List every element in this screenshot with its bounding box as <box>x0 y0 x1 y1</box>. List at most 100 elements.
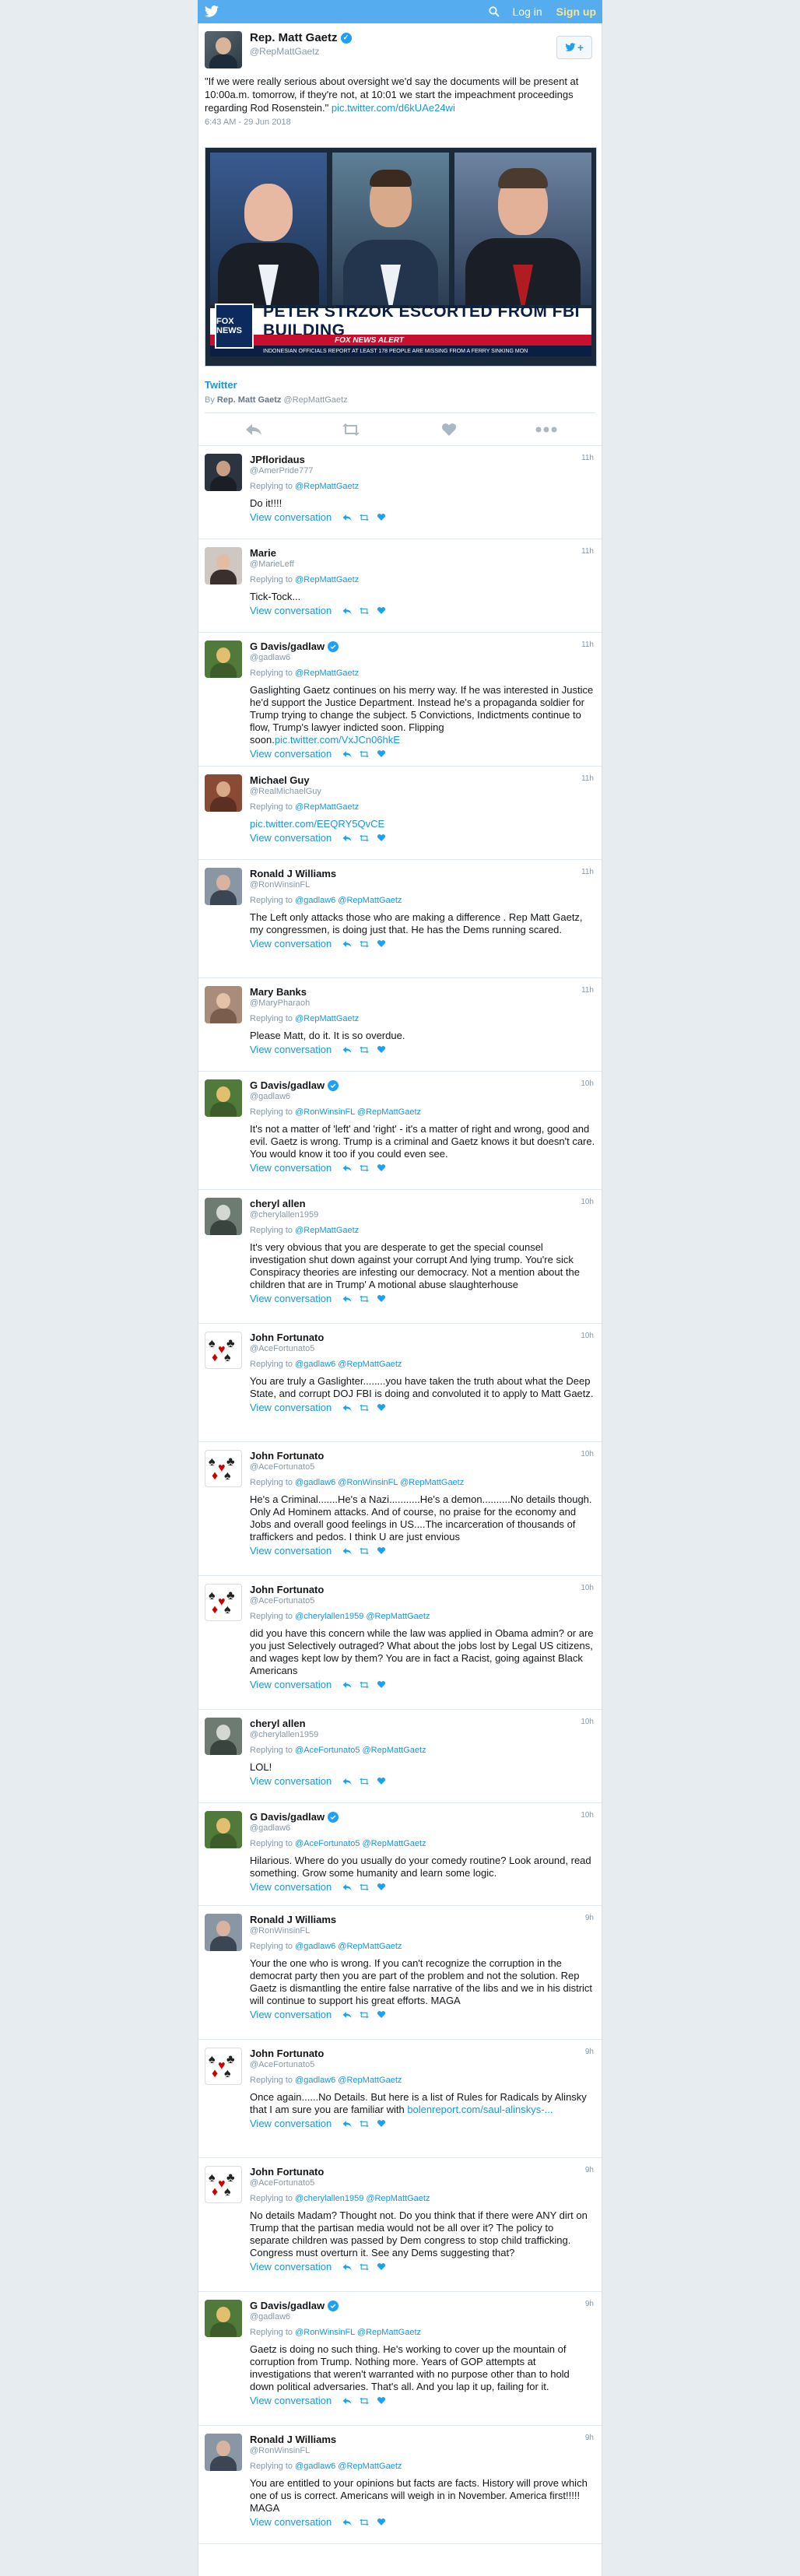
reply-avatar[interactable]: ♠ ♥ ♣ ♦ ♠ <box>205 1450 242 1487</box>
reply-avatar[interactable] <box>205 774 242 812</box>
view-conversation-link[interactable]: View conversation <box>250 832 332 844</box>
reply-author-name[interactable]: John Fortunato <box>250 1584 324 1595</box>
view-conversation-link[interactable]: View conversation <box>250 1545 332 1556</box>
replying-to-handles[interactable]: @gadlaw6 @RepMattGaetz <box>295 1360 402 1369</box>
retweet-icon[interactable] <box>358 512 370 523</box>
reply-icon[interactable] <box>341 512 353 523</box>
reply-icon[interactable] <box>341 2262 353 2272</box>
reply-author-handle[interactable]: @RealMichaelGuy <box>250 787 595 796</box>
retweet-icon[interactable] <box>358 833 370 844</box>
reply-time[interactable]: 10h <box>581 1811 594 1820</box>
like-heart-icon[interactable] <box>375 1546 388 1556</box>
reply-link[interactable]: bolenreport.com/saul-alinskys-... <box>407 2104 553 2115</box>
reply-icon[interactable] <box>341 605 353 616</box>
reply-tweet[interactable]: Michael Guy @RealMichaelGuy Replying to @R… <box>198 767 602 860</box>
replying-to-handles[interactable]: @RepMattGaetz <box>295 482 359 491</box>
reply-tweet[interactable]: cheryl allen @cherylallen1959 Replying to … <box>198 1190 602 1324</box>
like-heart-icon[interactable] <box>375 2118 388 2129</box>
reply-author-handle[interactable]: @MaryPharaoh <box>250 998 595 1008</box>
reply-icon[interactable] <box>341 2517 353 2528</box>
retweet-icon[interactable] <box>358 1293 370 1304</box>
like-heart-icon[interactable] <box>375 939 388 949</box>
media-source-label[interactable]: Twitter <box>205 379 595 391</box>
view-conversation-link[interactable]: View conversation <box>250 2261 332 2272</box>
replying-to-handles[interactable]: @RepMattGaetz <box>295 1226 359 1235</box>
replying-to-handles[interactable]: @cherylallen1959 @RepMattGaetz <box>295 2194 430 2203</box>
reply-tweet[interactable]: G Davis/gadlaw @gadlaw6 Replying to @RonWi… <box>198 2292 602 2426</box>
reply-time[interactable]: 10h <box>581 1332 594 1340</box>
retweet-icon[interactable] <box>358 2395 370 2406</box>
reply-icon[interactable] <box>341 2118 353 2129</box>
reply-author-handle[interactable]: @gadlaw6 <box>250 2312 595 2322</box>
reply-icon[interactable] <box>341 2009 353 2020</box>
reply-time[interactable]: 9h <box>585 2434 594 2442</box>
view-conversation-link[interactable]: View conversation <box>250 1775 332 1787</box>
reply-author-name[interactable]: Marie <box>250 547 276 559</box>
retweet-icon[interactable] <box>335 418 367 441</box>
replying-to-handles[interactable]: @RonWinsinFL @RepMattGaetz <box>295 2328 421 2337</box>
reply-icon[interactable] <box>341 833 353 844</box>
retweet-icon[interactable] <box>358 1679 370 1690</box>
reply-avatar[interactable] <box>205 2434 242 2471</box>
reply-author-handle[interactable]: @AceFortunato5 <box>250 1462 595 1472</box>
reply-avatar[interactable] <box>205 986 242 1023</box>
reply-tweet[interactable]: G Davis/gadlaw @gadlaw6 Replying to @RepMa… <box>198 633 602 767</box>
reply-avatar[interactable]: ♠ ♥ ♣ ♦ ♠ <box>205 1332 242 1369</box>
reply-avatar[interactable]: ♠ ♥ ♣ ♦ ♠ <box>205 1584 242 1621</box>
follow-button[interactable]: + <box>556 36 592 59</box>
login-link[interactable]: Log in <box>513 5 542 18</box>
reply-author-name[interactable]: Ronald J Williams <box>250 1914 336 1925</box>
reply-link[interactable]: pic.twitter.com/EEQRY5QvCE <box>250 818 384 830</box>
reply-icon[interactable] <box>341 749 353 760</box>
reply-author-handle[interactable]: @gadlaw6 <box>250 653 595 662</box>
view-conversation-link[interactable]: View conversation <box>250 1402 332 1413</box>
reply-icon[interactable] <box>341 1546 353 1556</box>
view-conversation-link[interactable]: View conversation <box>250 605 332 616</box>
retweet-icon[interactable] <box>358 2009 370 2020</box>
like-heart-icon[interactable] <box>375 1163 388 1174</box>
view-conversation-link[interactable]: View conversation <box>250 938 332 949</box>
reply-icon[interactable] <box>341 1293 353 1304</box>
reply-avatar[interactable]: ♠ ♥ ♣ ♦ ♠ <box>205 2048 242 2085</box>
view-conversation-link[interactable]: View conversation <box>250 2118 332 2129</box>
reply-author-name[interactable]: John Fortunato <box>250 1450 324 1462</box>
like-heart-icon[interactable] <box>375 749 388 760</box>
retweet-icon[interactable] <box>358 1163 370 1174</box>
reply-time[interactable]: 10h <box>581 1584 594 1592</box>
replying-to-handles[interactable]: @RepMattGaetz <box>295 669 359 678</box>
replying-to-handles[interactable]: @AceFortunato5 @RepMattGaetz <box>295 1746 426 1755</box>
retweet-icon[interactable] <box>358 939 370 949</box>
reply-author-handle[interactable]: @RonWinsinFL <box>250 880 595 890</box>
tweet-timestamp[interactable]: 6:43 AM - 29 Jun 2018 <box>205 118 595 127</box>
like-heart-icon[interactable] <box>375 1293 388 1304</box>
reply-author-handle[interactable]: @AmerPride777 <box>250 466 595 476</box>
author-name[interactable]: Rep. Matt Gaetz <box>250 31 338 44</box>
reply-time[interactable]: 11h <box>581 986 594 995</box>
replying-to-handles[interactable]: @gadlaw6 @RepMattGaetz <box>295 896 402 905</box>
replying-to-handles[interactable]: @RonWinsinFL @RepMattGaetz <box>295 1107 421 1117</box>
reply-icon[interactable] <box>341 1882 353 1893</box>
reply-tweet[interactable]: Ronald J Williams @RonWinsinFL Replying to… <box>198 860 602 978</box>
reply-time[interactable]: 10h <box>581 1450 594 1458</box>
replying-to-handles[interactable]: @AceFortunato5 @RepMattGaetz <box>295 1839 426 1848</box>
reply-author-name[interactable]: John Fortunato <box>250 2048 324 2059</box>
view-conversation-link[interactable]: View conversation <box>250 748 332 760</box>
reply-avatar[interactable] <box>205 1079 242 1117</box>
reply-tweet[interactable]: Ronald J Williams @RonWinsinFL Replying to… <box>198 1906 602 2040</box>
like-heart-icon[interactable] <box>433 418 465 441</box>
reply-author-handle[interactable]: @RonWinsinFL <box>250 1926 595 1936</box>
byline-handle[interactable]: @RepMattGaetz <box>283 395 347 405</box>
reply-author-handle[interactable]: @gadlaw6 <box>250 1823 595 1833</box>
reply-author-handle[interactable]: @MarieLeff <box>250 560 595 569</box>
reply-icon[interactable] <box>341 939 353 949</box>
tweet-media-link[interactable]: pic.twitter.com/d6kUAe24wi <box>332 102 455 114</box>
reply-author-name[interactable]: cheryl allen <box>250 1718 306 1729</box>
view-conversation-link[interactable]: View conversation <box>250 2516 332 2528</box>
reply-author-handle[interactable]: @AceFortunato5 <box>250 2060 595 2069</box>
reply-author-handle[interactable]: @cherylallen1959 <box>250 1730 595 1739</box>
reply-tweet[interactable]: ♠ ♥ ♣ ♦ ♠ John Fortunato @AceFortunato5 Replyin… <box>198 1576 602 1710</box>
reply-author-name[interactable]: G Davis/gadlaw <box>250 1811 325 1823</box>
replying-to-handles[interactable]: @RepMattGaetz <box>295 802 359 812</box>
retweet-icon[interactable] <box>358 1882 370 1893</box>
like-heart-icon[interactable] <box>375 2009 388 2020</box>
